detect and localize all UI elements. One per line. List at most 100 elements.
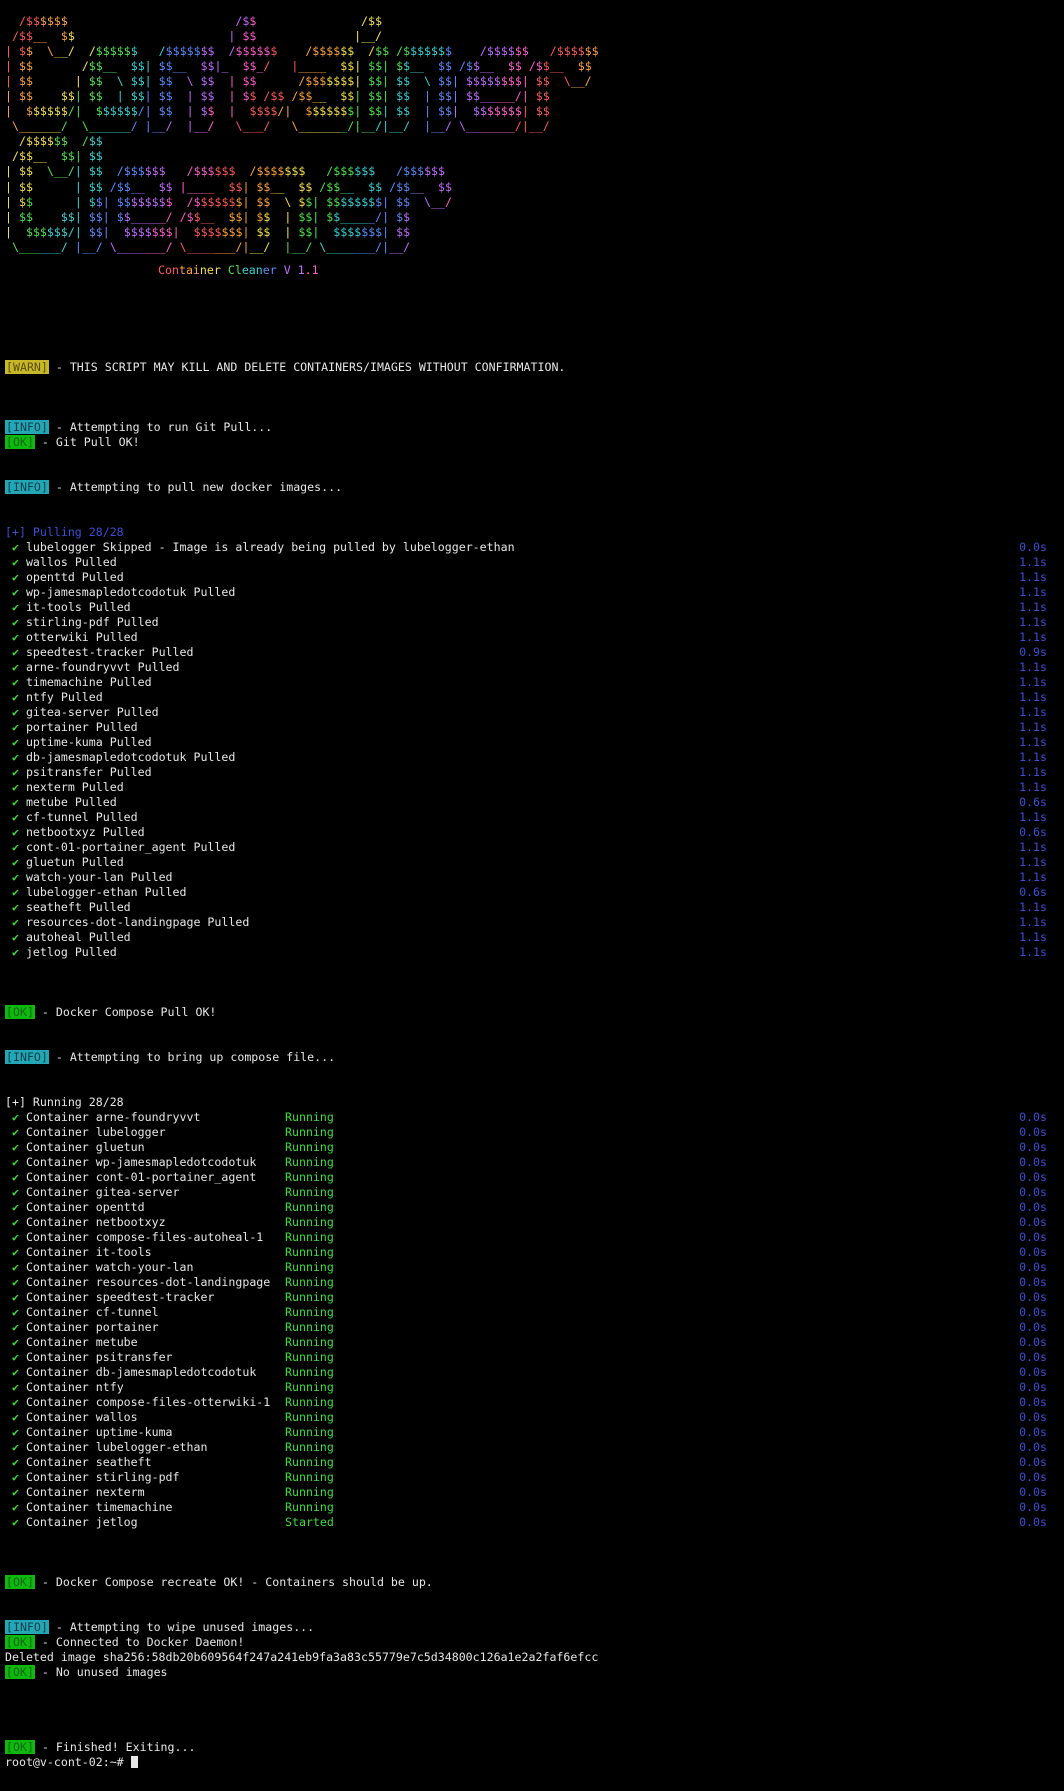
ok-tag: [OK] — [5, 1574, 35, 1589]
pull-item: ✔ arne-foundryvvt Pulled 1.1s — [5, 660, 1064, 675]
container-status: Running — [285, 1499, 334, 1514]
ok-tag: [OK] — [5, 1004, 35, 1019]
container-status: Running — [285, 1469, 334, 1484]
container-time: 0.0s — [1019, 1514, 1047, 1529]
check-icon: ✔ — [11, 584, 19, 599]
check-icon: ✔ — [11, 1514, 19, 1529]
container-name: Container jetlog — [25, 1514, 138, 1529]
check-icon: ✔ — [11, 1259, 19, 1274]
container-item: ✔ Container gluetun Running 0.0s — [5, 1140, 1064, 1155]
banner-subtitle: Container Cleaner V 1.1 — [158, 262, 319, 277]
container-name: Container netbootxyz — [25, 1214, 166, 1229]
pull-item-time: 1.1s — [1019, 839, 1047, 854]
container-status: Running — [285, 1214, 334, 1229]
container-item: ✔ Container nexterm Running 0.0s — [5, 1485, 1064, 1500]
check-icon: ✔ — [11, 1454, 19, 1469]
container-item: ✔ Container timemachine Running 0.0s — [5, 1500, 1064, 1515]
pull-item-time: 1.1s — [1019, 674, 1047, 689]
no-unused-message: - No unused images — [34, 1664, 168, 1679]
terminal-window[interactable]: /$$$$$$ /$$ /$$ /$$__ $$ | $$ |__/| $$ \… — [0, 14, 1064, 1791]
container-name: Container lubelogger — [25, 1124, 166, 1139]
pull-item-name: stirling-pdf Pulled — [25, 614, 159, 629]
info-tag: [INFO] — [5, 1619, 49, 1634]
pull-item-name: resources-dot-landingpage Pulled — [25, 914, 250, 929]
pull-item-time: 1.1s — [1019, 779, 1047, 794]
pull-item-name: autoheal Pulled — [25, 929, 131, 944]
ok-tag: [OK] — [5, 1634, 35, 1649]
up-attempt-message: - Attempting to bring up compose file... — [48, 1049, 336, 1064]
pull-item-time: 1.1s — [1019, 719, 1047, 734]
container-item: ✔ Container psitransfer Running 0.0s — [5, 1350, 1064, 1365]
check-icon: ✔ — [11, 914, 19, 929]
pull-item: ✔ openttd Pulled 1.1s — [5, 570, 1064, 585]
container-name: Container gluetun — [25, 1139, 145, 1154]
prompt-line[interactable]: root@v-cont-02:~# — [5, 1755, 1064, 1770]
container-status: Running — [285, 1244, 334, 1259]
check-icon: ✔ — [11, 1109, 19, 1124]
container-status: Running — [285, 1319, 334, 1334]
pull-item-time: 1.1s — [1019, 554, 1047, 569]
container-status: Started — [285, 1514, 334, 1529]
banner-line: /$$$$$$ /$$ — [18, 134, 103, 149]
container-status: Running — [285, 1334, 334, 1349]
check-icon: ✔ — [11, 1154, 19, 1169]
pull-item: ✔ nexterm Pulled 1.1s — [5, 780, 1064, 795]
container-status: Running — [285, 1259, 334, 1274]
pull-item-name: openttd Pulled — [25, 569, 124, 584]
check-icon: ✔ — [11, 1409, 19, 1424]
banner-line: | $$ | $$ /$$__ $$ |____ $$| $$__ $$ /$$… — [5, 179, 452, 194]
container-item: ✔ Container wp-jamesmapledotcodotuk Runni… — [5, 1155, 1064, 1170]
container-status: Running — [285, 1484, 334, 1499]
check-icon: ✔ — [11, 794, 19, 809]
info-tag: [INFO] — [5, 479, 49, 494]
pull-item-name: it-tools Pulled — [25, 599, 131, 614]
pull-item-name: wallos Pulled — [25, 554, 117, 569]
pull-item-time: 1.1s — [1019, 854, 1047, 869]
container-name: Container watch-your-lan — [25, 1259, 194, 1274]
check-icon: ✔ — [11, 869, 19, 884]
container-time: 0.0s — [1019, 1214, 1047, 1229]
pull-item: ✔ stirling-pdf Pulled 1.1s — [5, 615, 1064, 630]
check-icon: ✔ — [11, 749, 19, 764]
container-time: 0.0s — [1019, 1229, 1047, 1244]
container-time: 0.0s — [1019, 1424, 1047, 1439]
container-name: Container it-tools — [25, 1244, 152, 1259]
check-icon: ✔ — [11, 1469, 19, 1484]
container-item: ✔ Container stirling-pdf Running 0.0s — [5, 1470, 1064, 1485]
container-item: ✔ Container metube Running 0.0s — [5, 1335, 1064, 1350]
wipe-attempt-message: - Attempting to wipe unused images... — [48, 1619, 315, 1634]
container-name: Container cont-01-portainer_agent — [25, 1169, 257, 1184]
pull-item: ✔ speedtest-tracker Pulled 0.9s — [5, 645, 1064, 660]
check-icon: ✔ — [11, 1229, 19, 1244]
check-icon: ✔ — [11, 614, 19, 629]
pull-item-name: ntfy Pulled — [25, 689, 103, 704]
pull-item-time: 1.1s — [1019, 764, 1047, 779]
container-name: Container lubelogger-ethan — [25, 1439, 208, 1454]
pull-item-time: 1.1s — [1019, 899, 1047, 914]
container-item: ✔ Container uptime-kuma Running 0.0s — [5, 1425, 1064, 1440]
check-icon: ✔ — [11, 569, 19, 584]
container-name: Container cf-tunnel — [25, 1304, 159, 1319]
check-icon: ✔ — [11, 1274, 19, 1289]
container-item: ✔ Container ntfy Running 0.0s — [5, 1380, 1064, 1395]
text-cursor[interactable] — [130, 1755, 138, 1768]
container-status: Running — [285, 1124, 334, 1139]
container-status: Running — [285, 1109, 334, 1124]
pull-item-time: 1.1s — [1019, 704, 1047, 719]
pull-item-time: 1.1s — [1019, 914, 1047, 929]
container-item: ✔ Container openttd Running 0.0s — [5, 1200, 1064, 1215]
banner-line: | $$ $$| $$| $$_____/ /$$__ $$| $$ | $$|… — [5, 209, 411, 224]
banner-line: | $$$$$$/| $$| $$$$$$$| $$$$$$$| $$ | $$… — [5, 224, 411, 239]
container-time: 0.0s — [1019, 1319, 1047, 1334]
ok-tag: [OK] — [5, 1739, 35, 1754]
container-time: 0.0s — [1019, 1199, 1047, 1214]
check-icon: ✔ — [11, 1379, 19, 1394]
pull-item: ✔ wp-jamesmapledotcodotuk Pulled 1.1s — [5, 585, 1064, 600]
check-icon: ✔ — [11, 899, 19, 914]
pull-item-name: lubelogger Skipped - Image is already be… — [25, 539, 515, 554]
check-icon: ✔ — [11, 1304, 19, 1319]
pull-item: ✔ wallos Pulled 1.1s — [5, 555, 1064, 570]
ok-recreate-line: [OK] - Docker Compose recreate OK! - Con… — [5, 1574, 1064, 1590]
container-time: 0.0s — [1019, 1499, 1047, 1514]
pull-item-name: db-jamesmapledotcodotuk Pulled — [25, 749, 236, 764]
